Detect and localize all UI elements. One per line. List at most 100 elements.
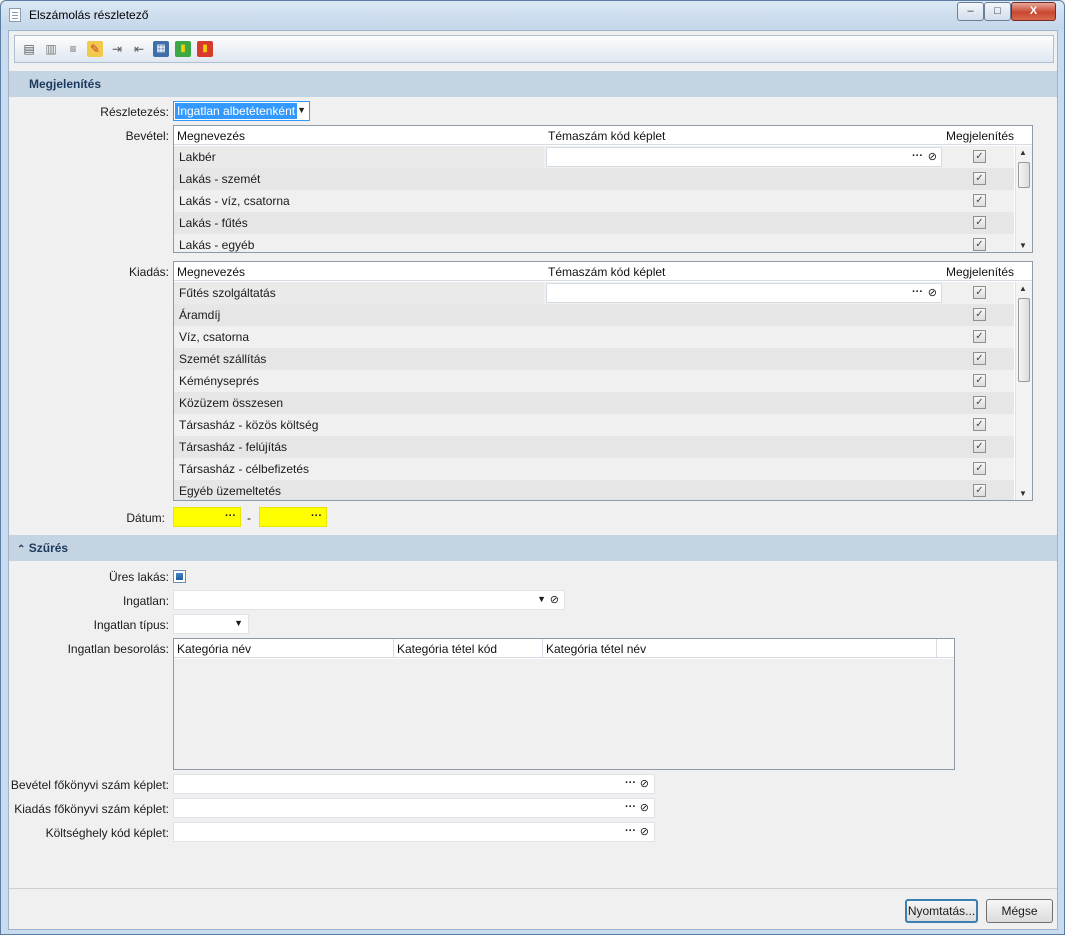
show-checkbox[interactable]: ✓ <box>973 308 986 321</box>
maximize-button[interactable]: □ <box>984 2 1011 21</box>
calculator-icon[interactable]: ▦ <box>153 41 169 57</box>
show-checkbox[interactable]: ✓ <box>973 462 986 475</box>
table-row[interactable]: Kéményseprés ✓ <box>174 370 1014 392</box>
filter-section-header[interactable]: ⌃ Szűrés <box>9 535 1057 561</box>
income-scrollbar[interactable]: ▲ ▼ <box>1015 146 1032 252</box>
chevron-down-icon[interactable]: ▼ <box>234 618 243 628</box>
ellipsis-icon[interactable]: ··· <box>625 801 636 813</box>
ellipsis-icon[interactable]: ··· <box>912 150 923 162</box>
expense-ledger-input[interactable]: ··· ⊘ <box>173 798 655 818</box>
column-item-code[interactable]: Kategória tétel kód <box>397 642 497 656</box>
ellipsis-icon[interactable]: ··· <box>912 286 923 298</box>
edit-icon[interactable]: ✎ <box>87 41 103 57</box>
paperclip-icon[interactable]: ⊘ <box>928 150 937 163</box>
import-icon[interactable]: ⇤ <box>131 41 147 57</box>
scroll-up-icon[interactable]: ▲ <box>1019 148 1027 157</box>
column-item-name[interactable]: Kategória tétel név <box>546 642 646 656</box>
books-icon[interactable]: ▮ <box>197 41 213 57</box>
ellipsis-icon[interactable]: ··· <box>311 510 322 522</box>
print-button[interactable]: Nyomtatás... <box>905 899 978 923</box>
client-area: ▤ ▥ ≡ ✎ ⇥ ⇤ ▦ ▮ ▮ Megjelenítés Részletez… <box>8 30 1058 930</box>
table-row[interactable]: Társasház - felújítás ✓ <box>174 436 1014 458</box>
export-icon[interactable]: ⇥ <box>109 41 125 57</box>
paperclip-icon[interactable]: ⊘ <box>640 801 649 814</box>
scroll-up-icon[interactable]: ▲ <box>1019 284 1027 293</box>
formula-input[interactable]: ··· ⊘ <box>546 147 942 167</box>
show-checkbox[interactable]: ✓ <box>973 172 986 185</box>
property-combo[interactable]: ▼ ⊘ <box>173 590 565 610</box>
column-name[interactable]: Megnevezés <box>177 129 245 143</box>
expense-ledger-label: Kiadás főkönyvi szám képlet: <box>14 802 169 816</box>
show-checkbox[interactable]: ✓ <box>973 484 986 497</box>
formula-input[interactable]: ··· ⊘ <box>546 283 942 303</box>
ellipsis-icon[interactable]: ··· <box>625 777 636 789</box>
show-checkbox[interactable]: ✓ <box>973 238 986 251</box>
table-row[interactable]: Lakás - víz, csatorna ✓ <box>174 190 1014 212</box>
table-row[interactable]: Fűtés szolgáltatás ··· ⊘ ✓ <box>174 282 1014 304</box>
show-checkbox[interactable]: ✓ <box>973 330 986 343</box>
table-row[interactable]: Lakás - szemét ✓ <box>174 168 1014 190</box>
print-preview-icon[interactable]: ▥ <box>43 41 59 57</box>
income-ledger-input[interactable]: ··· ⊘ <box>173 774 655 794</box>
date-from-field[interactable]: ··· <box>173 507 241 527</box>
income-ledger-label: Bevétel főkönyvi szám képlet: <box>10 778 169 792</box>
show-checkbox[interactable]: ✓ <box>973 286 986 299</box>
column-category-name[interactable]: Kategória név <box>177 642 251 656</box>
ellipsis-icon[interactable]: ··· <box>625 825 636 837</box>
scroll-down-icon[interactable]: ▼ <box>1019 241 1027 250</box>
align-left-icon[interactable]: ≡ <box>65 41 81 57</box>
table-row[interactable]: Lakás - egyéb ✓ <box>174 234 1014 252</box>
paperclip-icon[interactable]: ⊘ <box>640 825 649 838</box>
show-checkbox[interactable]: ✓ <box>973 194 986 207</box>
chevron-down-icon[interactable]: ▼ <box>537 594 546 604</box>
show-checkbox[interactable]: ✓ <box>973 150 986 163</box>
show-checkbox[interactable]: ✓ <box>973 396 986 409</box>
cost-center-input[interactable]: ··· ⊘ <box>173 822 655 842</box>
detail-value: Ingatlan albetétenként <box>175 103 298 119</box>
table-row[interactable]: Társasház - célbefizetés ✓ <box>174 458 1014 480</box>
column-name[interactable]: Megnevezés <box>177 265 245 279</box>
minimize-button[interactable]: – <box>957 2 984 21</box>
detail-dropdown[interactable]: Ingatlan albetétenként ▼ <box>173 101 310 121</box>
table-row[interactable]: Lakás - fűtés ✓ <box>174 212 1014 234</box>
paperclip-icon[interactable]: ⊘ <box>640 777 649 790</box>
table-row[interactable]: Egyéb üzemeltetés ✓ <box>174 480 1014 500</box>
table-row[interactable]: Társasház - közös költség ✓ <box>174 414 1014 436</box>
table-row[interactable]: Szemét szállítás ✓ <box>174 348 1014 370</box>
property-type-combo[interactable]: ▼ <box>173 614 249 634</box>
empty-flat-checkbox[interactable] <box>173 570 186 583</box>
chevron-up-icon: ⌃ <box>17 544 26 555</box>
scroll-down-icon[interactable]: ▼ <box>1019 489 1027 498</box>
paperclip-icon[interactable]: ⊘ <box>550 593 559 606</box>
scroll-thumb[interactable] <box>1018 298 1030 382</box>
show-checkbox[interactable]: ✓ <box>973 352 986 365</box>
date-to-field[interactable]: ··· <box>259 507 327 527</box>
expense-scrollbar[interactable]: ▲ ▼ <box>1015 282 1032 500</box>
table-row[interactable]: Áramdíj ✓ <box>174 304 1014 326</box>
column-formula[interactable]: Témaszám kód képlet <box>548 265 665 279</box>
table-row[interactable]: Közüzem összesen ✓ <box>174 392 1014 414</box>
show-checkbox[interactable]: ✓ <box>973 374 986 387</box>
column-show[interactable]: Megjelenítés <box>946 265 1014 279</box>
book-icon[interactable]: ▮ <box>175 41 191 57</box>
document-icon <box>9 8 21 22</box>
close-button[interactable]: X <box>1011 2 1056 21</box>
table-row[interactable]: Víz, csatorna ✓ <box>174 326 1014 348</box>
filter-section-title: Szűrés <box>28 541 69 555</box>
show-checkbox[interactable]: ✓ <box>973 440 986 453</box>
cancel-button[interactable]: Mégse <box>986 899 1053 923</box>
paperclip-icon[interactable]: ⊘ <box>928 286 937 299</box>
show-checkbox[interactable]: ✓ <box>973 418 986 431</box>
ellipsis-icon[interactable]: ··· <box>225 510 236 522</box>
print-icon[interactable]: ▤ <box>21 41 37 57</box>
expense-label: Kiadás: <box>128 265 169 279</box>
column-show[interactable]: Megjelenítés <box>946 129 1014 143</box>
classification-grid[interactable]: Kategória név Kategória tétel kód Kategó… <box>173 638 955 770</box>
title-bar[interactable]: Elszámolás részletező – □ X <box>1 1 1064 29</box>
income-grid: Megnevezés Témaszám kód képlet Megjelení… <box>173 125 1033 253</box>
show-checkbox[interactable]: ✓ <box>973 216 986 229</box>
column-formula[interactable]: Témaszám kód képlet <box>548 129 665 143</box>
chevron-down-icon: ▼ <box>297 105 306 115</box>
table-row[interactable]: Lakbér ··· ⊘ ✓ <box>174 146 1014 168</box>
scroll-thumb[interactable] <box>1018 162 1030 188</box>
